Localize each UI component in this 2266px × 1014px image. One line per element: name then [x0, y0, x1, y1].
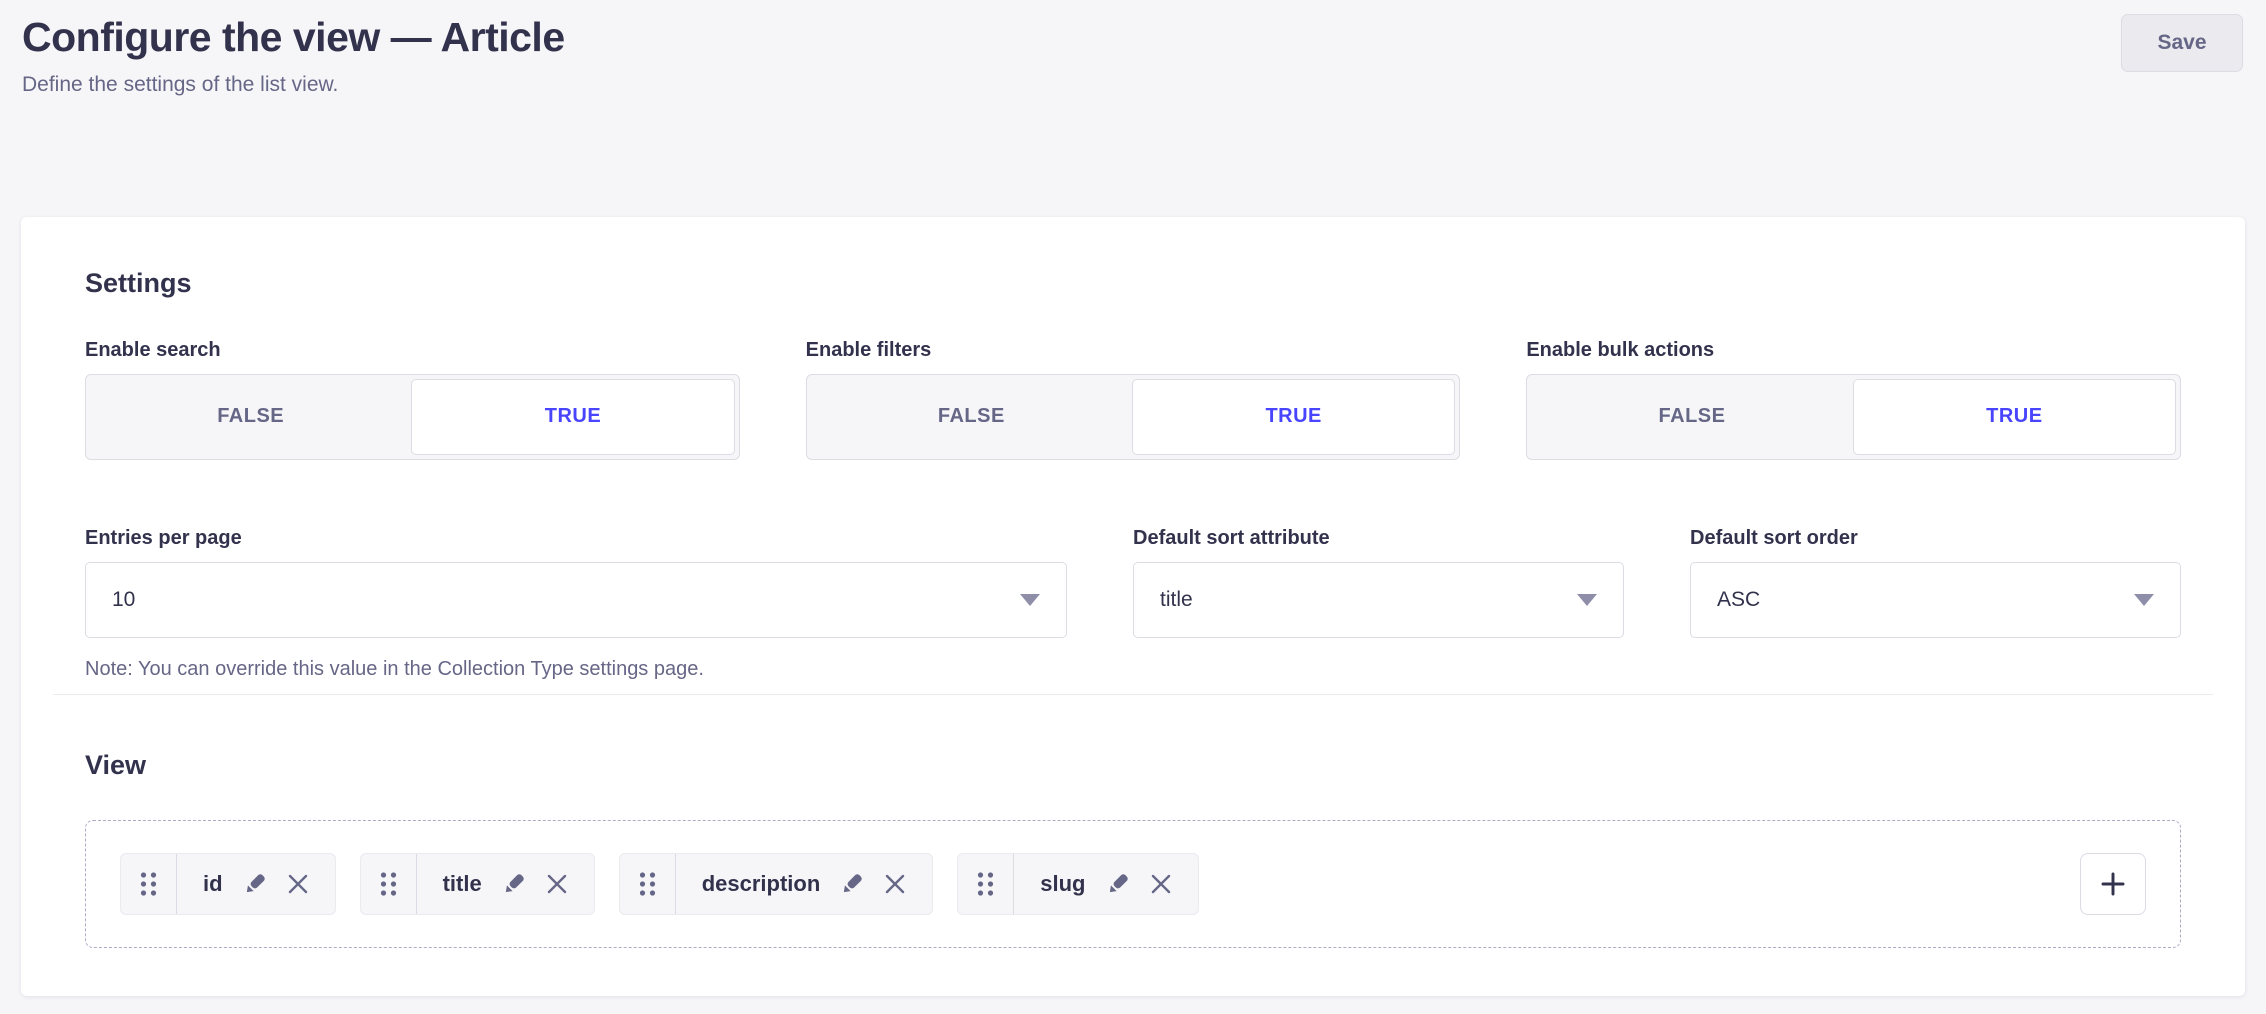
view-section: View id: [21, 695, 2245, 996]
chip-body: id: [177, 854, 335, 914]
default-sort-attribute-value: title: [1160, 588, 1193, 612]
toggle-field-enable-bulk-actions: Enable bulk actions FALSE TRUE: [1526, 338, 2181, 460]
add-field-button[interactable]: [2080, 853, 2146, 915]
remove-field-button[interactable]: [287, 873, 309, 895]
edit-field-button[interactable]: [243, 872, 267, 896]
edit-field-button[interactable]: [502, 872, 526, 896]
edit-field-button[interactable]: [1106, 872, 1130, 896]
drag-handle-icon: [977, 871, 994, 897]
close-icon: [287, 873, 309, 895]
remove-field-button[interactable]: [1150, 873, 1172, 895]
toggle-field-enable-search: Enable search FALSE TRUE: [85, 338, 740, 460]
enable-bulk-actions-label: Enable bulk actions: [1526, 338, 2181, 362]
entries-per-page-select[interactable]: 10: [85, 562, 1067, 638]
default-sort-attribute-select[interactable]: title: [1133, 562, 1624, 638]
pencil-icon: [243, 872, 267, 896]
enable-filters-toggle[interactable]: FALSE TRUE: [806, 374, 1461, 460]
default-sort-order-label: Default sort order: [1690, 526, 2181, 550]
enable-bulk-actions-false-option[interactable]: FALSE: [1531, 379, 1852, 455]
default-sort-order-field: Default sort order ASC: [1690, 526, 2181, 682]
enable-search-label: Enable search: [85, 338, 740, 362]
drag-handle-icon: [380, 871, 397, 897]
page-subtitle: Define the settings of the list view.: [22, 71, 565, 98]
pencil-icon: [840, 872, 864, 896]
remove-field-button[interactable]: [884, 873, 906, 895]
header-titles: Configure the view — Article Define the …: [22, 12, 565, 99]
edit-field-button[interactable]: [840, 872, 864, 896]
chevron-down-icon: [1577, 594, 1597, 606]
entries-per-page-field: Entries per page 10 Note: You can overri…: [85, 526, 1067, 682]
enable-bulk-actions-true-option[interactable]: TRUE: [1853, 379, 2176, 455]
chevron-down-icon: [2134, 594, 2154, 606]
displayed-fields-dropzone: id: [85, 820, 2181, 948]
default-sort-order-value: ASC: [1717, 588, 1760, 612]
default-sort-attribute-field: Default sort attribute title: [1133, 526, 1624, 682]
field-chip-label: description: [702, 871, 821, 897]
enable-filters-true-option[interactable]: TRUE: [1132, 379, 1455, 455]
enable-search-toggle[interactable]: FALSE TRUE: [85, 374, 740, 460]
close-icon: [546, 873, 568, 895]
entries-per-page-label: Entries per page: [85, 526, 1067, 550]
save-button[interactable]: Save: [2121, 14, 2243, 72]
drag-handle-icon[interactable]: [620, 854, 676, 914]
drag-handle-icon[interactable]: [121, 854, 177, 914]
page-header: Configure the view — Article Define the …: [0, 0, 2266, 99]
pencil-icon: [502, 872, 526, 896]
close-icon: [884, 873, 906, 895]
field-chip-label: title: [443, 871, 482, 897]
entries-per-page-value: 10: [112, 588, 135, 612]
enable-search-false-option[interactable]: FALSE: [90, 379, 411, 455]
pencil-icon: [1106, 872, 1130, 896]
settings-heading: Settings: [85, 267, 2181, 300]
settings-card: Settings Enable search FALSE TRUE Enable…: [21, 217, 2245, 996]
field-chip-id[interactable]: id: [120, 853, 336, 915]
enable-bulk-actions-toggle[interactable]: FALSE TRUE: [1526, 374, 2181, 460]
close-icon: [1150, 873, 1172, 895]
enable-filters-label: Enable filters: [806, 338, 1461, 362]
chevron-down-icon: [1020, 594, 1040, 606]
remove-field-button[interactable]: [546, 873, 568, 895]
field-chip-label: id: [203, 871, 223, 897]
settings-section: Settings Enable search FALSE TRUE Enable…: [21, 217, 2245, 694]
view-heading: View: [85, 749, 2181, 782]
plus-icon: [2097, 868, 2129, 900]
default-sort-attribute-label: Default sort attribute: [1133, 526, 1624, 550]
toggles-row: Enable search FALSE TRUE Enable filters …: [85, 338, 2181, 460]
field-chip-description[interactable]: description: [619, 853, 934, 915]
chip-body: title: [417, 854, 594, 914]
default-sort-order-select[interactable]: ASC: [1690, 562, 2181, 638]
entries-per-page-note: Note: You can override this value in the…: [85, 656, 1067, 682]
drag-handle-icon[interactable]: [361, 854, 417, 914]
field-chip-label: slug: [1040, 871, 1085, 897]
field-chip-title[interactable]: title: [360, 853, 595, 915]
selects-row: Entries per page 10 Note: You can overri…: [85, 526, 2181, 682]
enable-filters-false-option[interactable]: FALSE: [811, 379, 1132, 455]
field-chip-slug[interactable]: slug: [957, 853, 1198, 915]
toggle-field-enable-filters: Enable filters FALSE TRUE: [806, 338, 1461, 460]
enable-search-true-option[interactable]: TRUE: [411, 379, 734, 455]
drag-handle-icon[interactable]: [958, 854, 1014, 914]
chip-body: slug: [1014, 854, 1197, 914]
drag-handle-icon: [639, 871, 656, 897]
page-title: Configure the view — Article: [22, 12, 565, 63]
drag-handle-icon: [140, 871, 157, 897]
chip-body: description: [676, 854, 933, 914]
